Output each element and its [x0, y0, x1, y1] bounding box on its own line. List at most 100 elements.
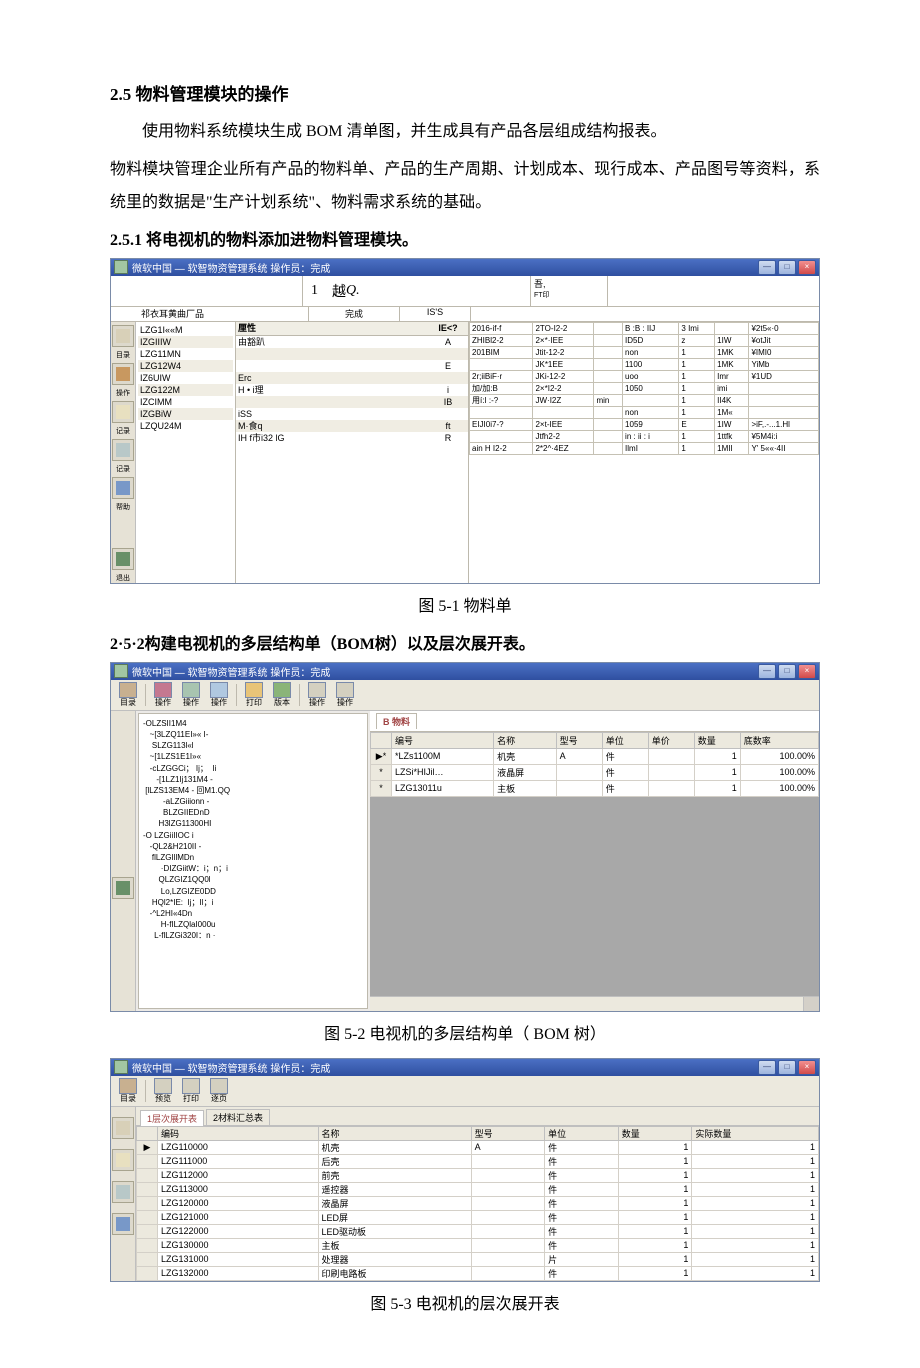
minimize-button[interactable]: —	[758, 260, 776, 275]
sidebar-btn-1[interactable]	[112, 363, 134, 385]
tree-node[interactable]: [lLZS13EM4 - 回M1.QQ	[143, 785, 363, 796]
close-button[interactable]: ×	[798, 260, 816, 275]
column-header[interactable]: 型号	[556, 732, 602, 748]
tool-1[interactable]: 目录	[115, 680, 141, 709]
tool-7[interactable]: 操作	[304, 680, 330, 709]
column-header[interactable]: 数量	[618, 1126, 692, 1140]
sidebar-btn-0[interactable]	[112, 1117, 134, 1139]
minimize-button[interactable]: —	[758, 1060, 776, 1075]
column-header[interactable]: 单位	[602, 732, 648, 748]
tree-node[interactable]: ~[1LZS1E1I»«	[143, 751, 363, 762]
left-list-item[interactable]: LZG12W4	[138, 360, 233, 372]
grid-row[interactable]: *LZSi*HIJil…液晶屏件1100.00%	[371, 764, 819, 780]
bom-grid[interactable]: 编号名称型号单位单价数量底数率 ▶**LZs1100M机壳A件1100.00%*…	[370, 732, 819, 797]
titlebar[interactable]: 微软中国 — 软智物资管理系统 操作员：完成 — □ ×	[111, 663, 819, 680]
tree-node[interactable]: -aLZGiiionn -	[143, 796, 363, 807]
tree-node[interactable]: -QL2&H210II -	[143, 841, 363, 852]
sidebar-btn-2[interactable]	[112, 1181, 134, 1203]
grid-row[interactable]: ▶LZG110000机壳A件11	[137, 1140, 819, 1154]
tab-summary[interactable]: 2材料汇总表	[206, 1109, 270, 1125]
maximize-button[interactable]: □	[778, 664, 796, 679]
grid-row[interactable]: LZG112000前壳件11	[137, 1168, 819, 1182]
left-list-item[interactable]: IZ6UIW	[138, 372, 233, 384]
tree-node[interactable]: H3lZG11300HI	[143, 818, 363, 829]
sidebar-btn-3[interactable]	[112, 1213, 134, 1235]
left-list-item[interactable]: IZGIIIW	[138, 336, 233, 348]
close-button[interactable]: ×	[798, 664, 816, 679]
tree-tab[interactable]: B 物料	[376, 713, 417, 729]
left-list-item[interactable]: LZG1I««M	[138, 324, 233, 336]
column-header[interactable]: 实际数量	[692, 1126, 819, 1140]
column-header[interactable]: 单位	[545, 1126, 619, 1140]
tree-node[interactable]: HQl2*IE: Ij；Il；i	[143, 897, 363, 908]
column-header[interactable]: 名称	[494, 732, 557, 748]
tool-6[interactable]: 版本	[269, 680, 295, 709]
grid-row[interactable]: LZG132000印刷电路板件11	[137, 1266, 819, 1280]
grid-row[interactable]: LZG131000处理器片11	[137, 1252, 819, 1266]
column-header[interactable]: 编码	[158, 1126, 319, 1140]
column-header[interactable]: 数量	[694, 732, 740, 748]
left-list-item[interactable]: LZG122M	[138, 384, 233, 396]
grid-row[interactable]: LZG121000LED屏件11	[137, 1210, 819, 1224]
tree-node[interactable]: BLZGIIEDnD	[143, 807, 363, 818]
titlebar[interactable]: 微软中国 — 软智物资管理系统 操作员：完成 — □ ×	[111, 259, 819, 276]
tool-2[interactable]: 操作	[150, 680, 176, 709]
tree-panel[interactable]: -OLZSII1M4 ~[3LZQ11EI»« I- SLZG113l«l ~[…	[138, 713, 368, 1009]
tree-node[interactable]: L-flLZGi320I：n ·	[143, 930, 363, 941]
column-header[interactable]: 名称	[318, 1126, 471, 1140]
tool-5[interactable]: 打印	[241, 680, 267, 709]
tree-node[interactable]: Lo,LZGIZE0DD	[143, 886, 363, 897]
left-list-item[interactable]: LZG11MN	[138, 348, 233, 360]
scroll-right-icon[interactable]	[803, 997, 819, 1011]
grid-row[interactable]: LZG130000主板件11	[137, 1238, 819, 1252]
sidebar-btn-0[interactable]	[112, 325, 134, 347]
tree-node[interactable]: ·DIZGiitW：i；n；i	[143, 863, 363, 874]
column-header[interactable]: 型号	[471, 1126, 545, 1140]
tab-expand[interactable]: 1层次展开表	[140, 1110, 204, 1126]
left-list-item[interactable]: IZCIMM	[138, 396, 233, 408]
grid-row[interactable]: LZG113000遥控器件11	[137, 1182, 819, 1196]
grid-row[interactable]: ▶**LZs1100M机壳A件1100.00%	[371, 748, 819, 764]
tool-3[interactable]: 操作	[178, 680, 204, 709]
tree-node[interactable]: -cLZGGCi； Ij； Ii	[143, 763, 363, 774]
maximize-button[interactable]: □	[778, 1060, 796, 1075]
tool-4[interactable]: 操作	[206, 680, 232, 709]
left-list-item[interactable]: IZGBiW	[138, 408, 233, 420]
grid-row[interactable]: LZG111000后壳件11	[137, 1154, 819, 1168]
column-header[interactable]: 底数率	[740, 732, 818, 748]
tool-preview[interactable]: 预览	[150, 1076, 176, 1105]
tab-label[interactable]: 祁衣耳黄曲厂品	[135, 307, 308, 321]
tree-node[interactable]: flLZGIllMDn	[143, 852, 363, 863]
sidebar-btn-2[interactable]	[112, 401, 134, 423]
titlebar[interactable]: 微软中国 — 软智物资管理系统 操作员：完成 — □ ×	[111, 1059, 819, 1076]
tree-node[interactable]: -^L2HI«4Dn	[143, 908, 363, 919]
grid-row[interactable]: *LZG13011u主板件1100.00%	[371, 780, 819, 796]
tool-print[interactable]: 打印	[178, 1076, 204, 1105]
maximize-button[interactable]: □	[778, 260, 796, 275]
column-header[interactable]	[371, 732, 392, 748]
tree-node[interactable]: SLZG113l«l	[143, 740, 363, 751]
tree-node[interactable]: -OLZSII1M4	[143, 718, 363, 729]
sidebar-btn-4[interactable]	[112, 477, 134, 499]
tree-node[interactable]: H-fILZQlaI000u	[143, 919, 363, 930]
tree-node[interactable]: -O LZGiiIIOC i	[143, 830, 363, 841]
left-list-item[interactable]: LZQU24M	[138, 420, 233, 432]
column-header[interactable]: 单价	[648, 732, 694, 748]
column-header[interactable]	[137, 1126, 158, 1140]
sidebar-btn-1[interactable]	[112, 1149, 134, 1171]
grid-row[interactable]: LZG122000LED驱动板件11	[137, 1224, 819, 1238]
tree-node[interactable]: -[1LZ1Ij131M4 -	[143, 774, 363, 785]
close-button[interactable]: ×	[798, 1060, 816, 1075]
tool-8[interactable]: 操作	[332, 680, 358, 709]
sidebar-btn-2[interactable]	[112, 877, 134, 899]
sidebar-btn-3[interactable]	[112, 439, 134, 461]
tree-node[interactable]: ~[3LZQ11EI»« I-	[143, 729, 363, 740]
sidebar-btn-exit[interactable]	[112, 548, 134, 570]
minimize-button[interactable]: —	[758, 664, 776, 679]
tree-node[interactable]: QLZGIZ1QQ0l	[143, 874, 363, 885]
column-header[interactable]: 编号	[392, 732, 494, 748]
grid-row[interactable]: LZG120000液晶屏件11	[137, 1196, 819, 1210]
tool-export[interactable]: 逐页	[206, 1076, 232, 1105]
expand-grid[interactable]: 编码名称型号单位数量实际数量 ▶LZG110000机壳A件11LZG111000…	[136, 1126, 819, 1281]
tool-back[interactable]: 目录	[115, 1076, 141, 1105]
